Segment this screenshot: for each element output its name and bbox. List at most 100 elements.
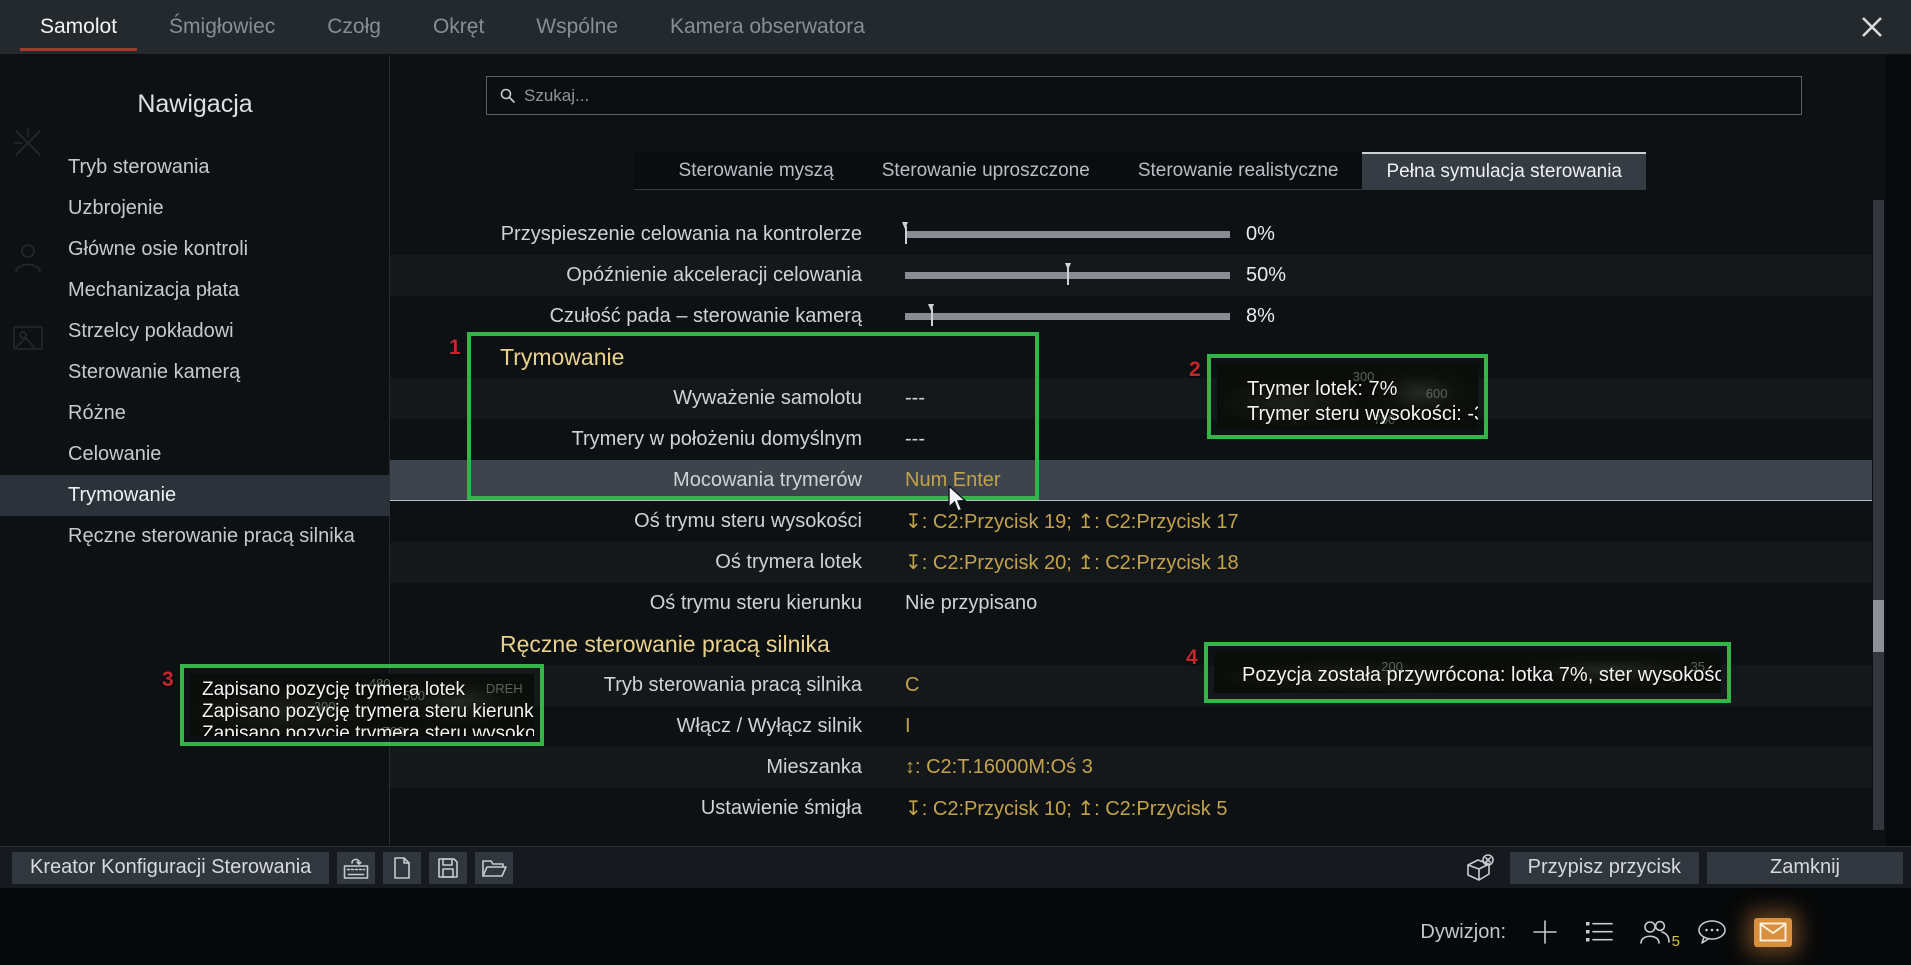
window-bottom-bar: Kreator Konfiguracji Sterowania: [0, 846, 1911, 888]
row-wywazenie-samolotu[interactable]: Wyważenie samolotu ---: [390, 378, 1872, 419]
row-os-trymera-lotek[interactable]: Oś trymera lotek↧: C2:Przycisk 20; ↥: C2…: [390, 542, 1872, 583]
setting-value: ↧: C2:Przycisk 19; ↥: C2:Przycisk 17: [905, 509, 1239, 534]
open-folder-icon: [481, 856, 507, 880]
tab-wspolne[interactable]: Wspólne: [510, 0, 644, 54]
setting-value: ↧: C2:Przycisk 10; ↥: C2:Przycisk 5: [905, 796, 1227, 821]
slider-opoznienie-akceleracji-celowania[interactable]: [905, 255, 1230, 296]
tab-kamera-obserwatora[interactable]: Kamera obserwatora: [644, 0, 891, 54]
slider-handle[interactable]: [902, 222, 909, 246]
sidebar-item-rozne[interactable]: Różne: [0, 393, 390, 434]
sidebar-item-strzelcy-pokladowi[interactable]: Strzelcy pokładowi: [0, 311, 390, 352]
row-mocowania-trymerow[interactable]: Mocowania trymerówNum Enter: [390, 460, 1872, 501]
plus-icon: [1530, 917, 1560, 947]
config-wizard-button[interactable]: Kreator Konfiguracji Sterowania: [12, 852, 329, 884]
chat-icon: [1696, 918, 1730, 946]
slider-track: [905, 231, 1230, 238]
row-trymery-w-polozeniu-domyslnym[interactable]: Trymery w położeniu domyślnym ---: [390, 419, 1872, 460]
row-czulosc-pada-sterowanie-kamera[interactable]: Czułość pada – sterowanie kamerą 8%: [390, 296, 1872, 337]
setting-value: Nie przypisano: [905, 592, 1037, 615]
clear-binding-button[interactable]: [1456, 852, 1502, 884]
row-przyspieszenie-celowania-na-kontrolerze[interactable]: Przyspieszenie celowania na kontrolerze0…: [390, 214, 1872, 255]
squadron-label: Dywizjon:: [1420, 921, 1506, 944]
chat-button[interactable]: [1696, 918, 1730, 946]
section-title: Trymowanie: [500, 344, 624, 371]
hangar-status-strip: Dywizjon: 5: [0, 888, 1911, 965]
setting-value: ---: [905, 428, 925, 451]
squadron-toolbar: Dywizjon: 5: [1420, 912, 1792, 952]
sidebar-item-mechanizacja-plata[interactable]: Mechanizacja płata: [0, 270, 390, 311]
keyboard-wizard-icon: [343, 856, 369, 880]
control-mode-tabs: Sterowanie mysząSterowanie uproszczoneSt…: [634, 152, 1646, 190]
search-input[interactable]: Szukaj...: [486, 76, 1802, 115]
slider-value: 0%: [1246, 223, 1275, 246]
new-config-button[interactable]: [383, 852, 421, 884]
mode-tab-sterowanie-realistyczne[interactable]: Sterowanie realistyczne: [1114, 152, 1363, 189]
close-button[interactable]: Zamknij: [1707, 852, 1903, 884]
sidebar-item-tryb-sterowania[interactable]: Tryb sterowania: [0, 147, 390, 188]
battle-log-button[interactable]: [1584, 919, 1614, 945]
row-ustawienie-smigla[interactable]: Ustawienie śmigła ↧: C2:Przycisk 10; ↥: C…: [390, 788, 1872, 829]
setting-label: Trymery w położeniu domyślnym: [390, 428, 862, 451]
setting-label: Oś trymera lotek: [390, 551, 862, 574]
section-title: Ręczne sterowanie pracą silnika: [500, 631, 830, 658]
setting-label: Tryb sterowania pracą silnika: [390, 674, 862, 697]
mode-tab-pelna-symulacja-sterowania[interactable]: Pełna symulacja sterowania: [1362, 152, 1646, 189]
setting-value: ---: [905, 387, 925, 410]
tab-smiglowiec[interactable]: Śmigłowiec: [143, 0, 301, 54]
load-config-button[interactable]: [475, 852, 513, 884]
close-icon: [1859, 14, 1885, 40]
section-header-reczne-sterowanie-praca-silnika: Ręczne sterowanie pracą silnika: [390, 624, 1872, 665]
list-icon: [1584, 919, 1614, 945]
sidebar-item-reczne-sterowanie-praca-silnika[interactable]: Ręczne sterowanie pracą silnika: [0, 516, 390, 557]
setting-value: C: [905, 674, 919, 697]
row-os-trymu-steru-kierunku[interactable]: Oś trymu steru kierunku Nie przypisano: [390, 583, 1872, 624]
save-icon: [436, 856, 460, 880]
sidebar-item-celowanie[interactable]: Celowanie: [0, 434, 390, 475]
setting-label: Czułość pada – sterowanie kamerą: [390, 305, 862, 328]
messages-button[interactable]: [1754, 918, 1792, 947]
squadron-create-button[interactable]: [1530, 917, 1560, 947]
clear-binding-icon: [1462, 853, 1496, 883]
tab-okret[interactable]: Okręt: [407, 0, 510, 54]
row-os-trymu-steru-wysokosci[interactable]: Oś trymu steru wysokości ↧: C2:Przycisk 1…: [390, 501, 1872, 542]
sidebar-item-trymowanie[interactable]: Trymowanie: [0, 475, 390, 516]
sidebar-title: Nawigacja: [0, 83, 390, 125]
setting-label: Ustawienie śmigła: [390, 797, 862, 820]
setting-label: Oś trymu steru wysokości: [390, 510, 862, 533]
setting-label: Wyważenie samolotu: [390, 387, 862, 410]
tab-samolot[interactable]: Samolot: [14, 0, 143, 54]
setting-label: Opóźnienie akceleracji celowania: [390, 264, 862, 287]
slider-value: 50%: [1246, 264, 1286, 287]
contacts-count-badge: 5: [1672, 933, 1680, 950]
mode-tab-sterowanie-mysza[interactable]: Sterowanie myszą: [655, 152, 858, 189]
setting-value: Num Enter: [905, 469, 1001, 492]
scrollbar-track[interactable]: [1873, 200, 1884, 830]
save-config-button[interactable]: [429, 852, 467, 884]
slider-handle[interactable]: [928, 304, 935, 328]
tab-czolg[interactable]: Czołg: [301, 0, 407, 54]
slider-przyspieszenie-celowania-na-kontrolerze[interactable]: [905, 214, 1230, 255]
slider-value: 8%: [1246, 305, 1275, 328]
sidebar-item-sterowanie-kamera[interactable]: Sterowanie kamerą: [0, 352, 390, 393]
slider-czulosc-pada-sterowanie-kamera[interactable]: [905, 296, 1230, 337]
scrollbar-thumb[interactable]: [1873, 600, 1884, 652]
settings-rows: Przyspieszenie celowania na kontrolerze0…: [390, 214, 1872, 829]
section-header-trymowanie: Trymowanie: [390, 337, 1872, 378]
setting-label: Oś trymu steru kierunku: [390, 592, 862, 615]
contacts-button[interactable]: 5: [1638, 918, 1672, 946]
slider-track: [905, 313, 1230, 320]
row-mieszanka[interactable]: Mieszanka↕: C2:T.16000M:Oś 3: [390, 747, 1872, 788]
mode-tab-sterowanie-uproszczone[interactable]: Sterowanie uproszczone: [858, 152, 1114, 189]
keyboard-wizard-button[interactable]: [337, 852, 375, 884]
sidebar-item-glowne-osie-kontroli[interactable]: Główne osie kontroli: [0, 229, 390, 270]
row-tryb-sterowania-praca-silnika[interactable]: Tryb sterowania pracą silnika C: [390, 665, 1872, 706]
contacts-icon: [1638, 918, 1672, 946]
close-window-button[interactable]: [1843, 0, 1901, 54]
sidebar-item-uzbrojenie[interactable]: Uzbrojenie: [0, 188, 390, 229]
panel-right-gap: [1886, 55, 1911, 888]
row-opoznienie-akceleracji-celowania[interactable]: Opóźnienie akceleracji celowania 50%: [390, 255, 1872, 296]
slider-handle[interactable]: [1065, 263, 1072, 287]
row-wlacz-wylacz-silnik[interactable]: Włącz / Wyłącz silnikI: [390, 706, 1872, 747]
search-icon: [499, 87, 516, 104]
assign-button[interactable]: Przypisz przycisk: [1510, 852, 1699, 884]
